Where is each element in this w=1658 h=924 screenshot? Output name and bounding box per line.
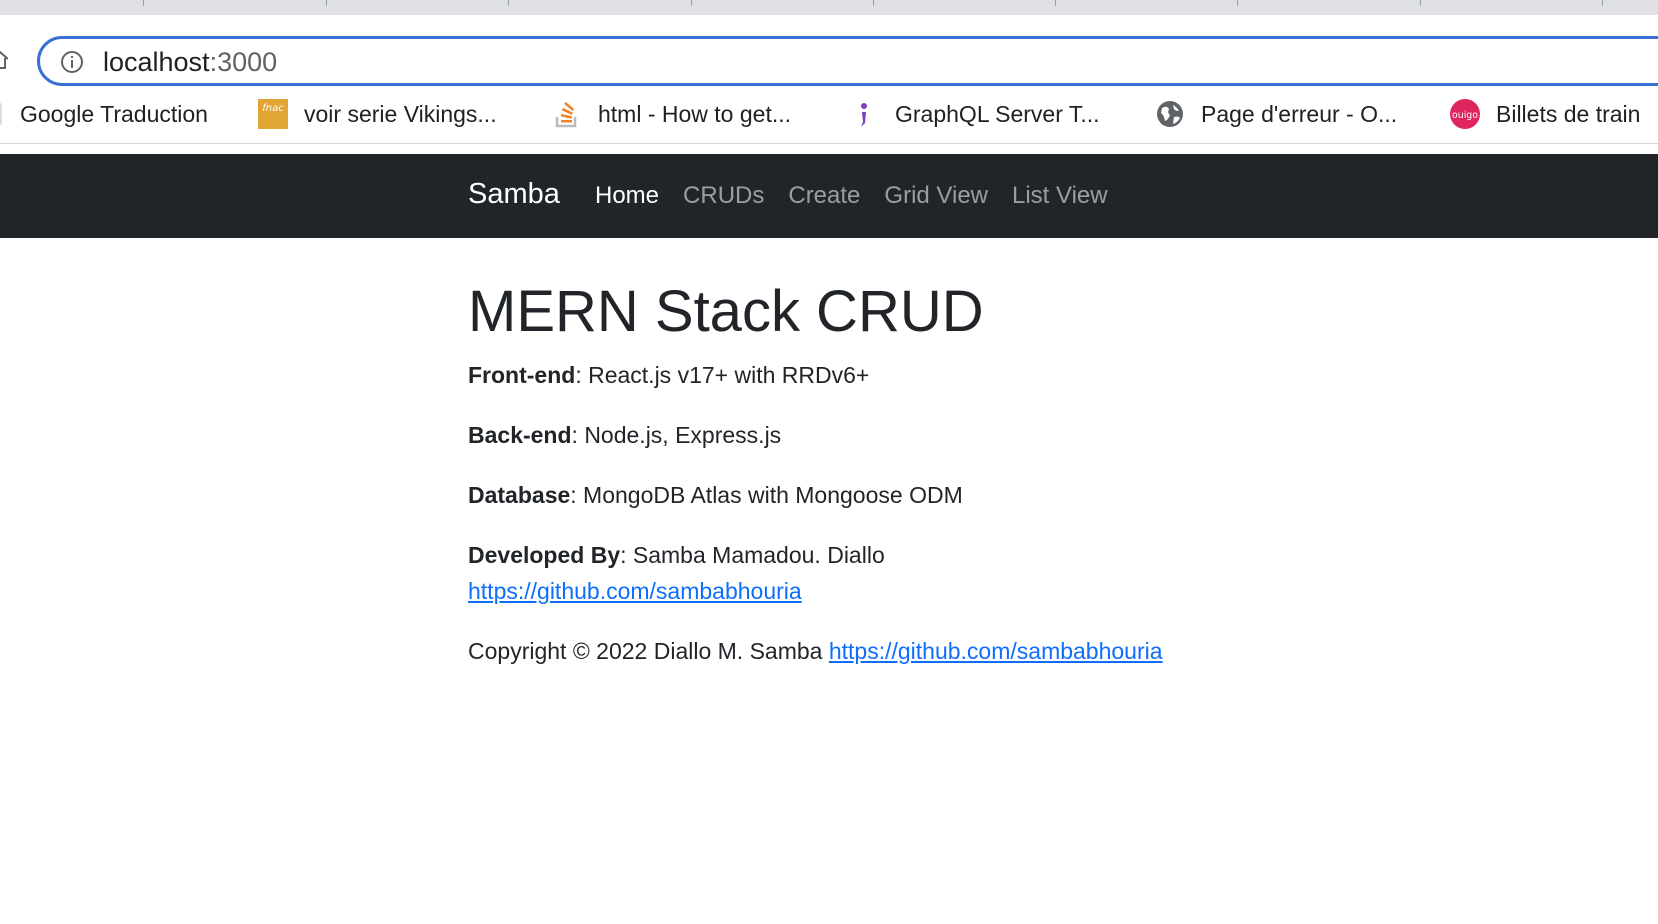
- bookmark-page-erreur[interactable]: Page d'erreur - O...: [1155, 97, 1397, 131]
- navbar-brand[interactable]: Samba: [468, 178, 560, 211]
- bookmark-label: GraphQL Server T...: [895, 100, 1100, 127]
- bookmark-graphql-server[interactable]: GraphQL Server T...: [849, 97, 1100, 131]
- bookmark-label: Google Traduction: [20, 100, 208, 127]
- url-text[interactable]: localhost:3000: [103, 48, 277, 76]
- graphql-icon: [849, 99, 879, 129]
- developer-value: : Samba Mamadou. Diallo: [620, 542, 885, 568]
- bookmark-label: Billets de train: [1496, 100, 1641, 127]
- stackoverflow-icon: [552, 99, 582, 129]
- ouigo-icon: ouigo: [1450, 99, 1480, 129]
- nav-link-cruds[interactable]: CRUDs: [683, 182, 764, 210]
- bookmark-label: html - How to get...: [598, 100, 792, 127]
- fnac-icon: fnac: [258, 99, 288, 129]
- backend-info: Back-end: Node.js, Express.js: [468, 417, 781, 453]
- browser-toolbar: localhost:3000: [0, 15, 1658, 86]
- main-content: MERN Stack CRUD Front-end: React.js v17+…: [468, 279, 1368, 665]
- frontend-info: Front-end: React.js v17+ with RRDv6+: [468, 357, 869, 393]
- nav-link-grid-view[interactable]: Grid View: [884, 182, 988, 210]
- tab-strip: [0, 0, 1658, 15]
- developer-info: Developed By: Samba Mamadou. Diallo http…: [468, 537, 885, 609]
- nav-link-create[interactable]: Create: [788, 182, 860, 210]
- tab-separator: [1055, 0, 1056, 6]
- navbar-links: Home CRUDs Create Grid View List View: [595, 182, 1108, 210]
- bookmarks-bar: Google Traduction fnac voir serie Viking…: [0, 87, 1658, 144]
- address-bar[interactable]: localhost:3000: [37, 36, 1658, 86]
- tab-separator: [873, 0, 874, 6]
- backend-value: : Node.js, Express.js: [571, 422, 782, 448]
- database-value: : MongoDB Atlas with Mongoose ODM: [570, 482, 963, 508]
- site-navbar: Samba Home CRUDs Create Grid View List V…: [0, 154, 1658, 238]
- ouigo-icon-text: ouigo: [1452, 110, 1478, 121]
- bookmark-billets-de-train[interactable]: ouigo Billets de train: [1450, 97, 1640, 131]
- globe-icon: [1155, 99, 1185, 129]
- bookmark-label: Page d'erreur - O...: [1201, 100, 1398, 127]
- site-info-icon[interactable]: [60, 50, 84, 74]
- tab-separator: [691, 0, 692, 6]
- page-title: MERN Stack CRUD: [468, 279, 984, 344]
- bookmark-vikings[interactable]: fnac voir serie Vikings...: [258, 97, 497, 131]
- bookmark-label: voir serie Vikings...: [304, 100, 497, 127]
- fnac-icon-text: fnac: [262, 103, 284, 114]
- bookmark-google-traduction[interactable]: Google Traduction: [0, 97, 208, 131]
- database-info: Database: MongoDB Atlas with Mongoose OD…: [468, 477, 963, 513]
- tab-separator: [326, 0, 327, 6]
- home-icon[interactable]: [0, 51, 8, 69]
- url-port: :3000: [209, 47, 278, 77]
- url-host: localhost: [103, 47, 210, 77]
- backend-label: Back-end: [468, 422, 572, 448]
- database-label: Database: [468, 482, 571, 508]
- developer-github-link[interactable]: https://github.com/sambabhouria: [468, 578, 802, 604]
- tab-separator: [1420, 0, 1421, 6]
- frontend-label: Front-end: [468, 362, 576, 388]
- tab-separator: [1237, 0, 1238, 6]
- tab-separator: [508, 0, 509, 6]
- developer-label: Developed By: [468, 542, 621, 568]
- copyright-text: Copyright © 2022 Diallo M. Samba: [468, 638, 829, 664]
- nav-link-home[interactable]: Home: [595, 182, 659, 210]
- copyright-info: Copyright © 2022 Diallo M. Samba https:/…: [468, 633, 1163, 669]
- tab-separator: [1602, 0, 1603, 6]
- bookmark-html-how-to-get[interactable]: html - How to get...: [552, 97, 791, 131]
- frontend-value: : React.js v17+ with RRDv6+: [575, 362, 870, 388]
- translate-icon: [0, 99, 2, 129]
- tab-separator: [143, 0, 144, 6]
- nav-link-list-view[interactable]: List View: [1012, 182, 1108, 210]
- copyright-github-link[interactable]: https://github.com/sambabhouria: [829, 638, 1163, 664]
